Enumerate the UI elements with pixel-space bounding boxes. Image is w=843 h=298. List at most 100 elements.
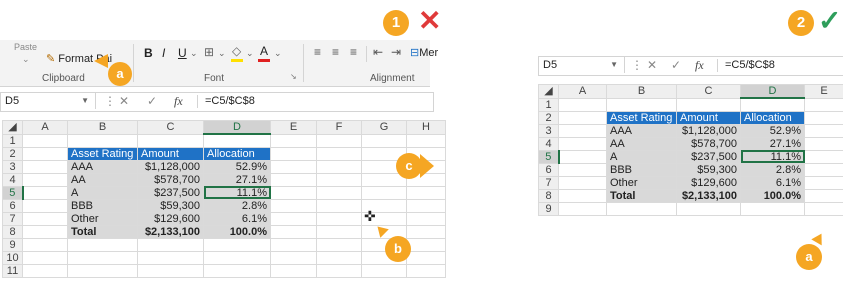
fill-color-icon[interactable]: ◇ <box>232 44 241 58</box>
table-cell[interactable]: $129,600 <box>137 211 204 226</box>
dialog-launcher-icon[interactable]: ↘ <box>290 72 297 81</box>
table-cell[interactable]: 6.1% <box>740 175 805 190</box>
table-cell[interactable]: Total <box>606 188 677 203</box>
table-cell[interactable]: 52.9% <box>203 159 271 174</box>
column-header-b[interactable]: B <box>606 84 677 99</box>
select-all-corner[interactable]: ◢ <box>2 120 23 135</box>
table-cell[interactable]: Other <box>606 175 677 190</box>
underline-button[interactable]: U <box>178 46 187 60</box>
table-cell[interactable]: 2.8% <box>740 162 805 177</box>
bold-button[interactable]: B <box>144 46 153 60</box>
row-header[interactable]: 8 <box>538 188 559 203</box>
table-cell[interactable]: $578,700 <box>676 136 741 151</box>
table-cell[interactable]: BBB <box>606 162 677 177</box>
column-header-a[interactable]: A <box>558 84 607 99</box>
table-cell[interactable]: $237,500 <box>137 185 204 200</box>
header-cell-asset-rating[interactable]: Asset Rating <box>606 110 677 125</box>
table-cell[interactable]: $59,300 <box>137 198 204 213</box>
table-cell[interactable]: AA <box>606 136 677 151</box>
row-header[interactable]: 1 <box>2 133 23 148</box>
table-cell[interactable]: A <box>67 185 138 200</box>
name-box[interactable]: D5 ▼ <box>1 93 96 109</box>
table-cell[interactable]: 2.8% <box>203 198 271 213</box>
row-header[interactable]: 6 <box>2 198 23 213</box>
table-cell[interactable]: 100.0% <box>203 224 271 239</box>
row-header[interactable]: 4 <box>538 136 559 151</box>
table-cell[interactable]: $1,128,000 <box>676 123 741 138</box>
column-header-e[interactable]: E <box>804 84 843 99</box>
header-cell-allocation[interactable]: Allocation <box>740 110 805 125</box>
cancel-icon[interactable]: ✕ <box>647 58 657 72</box>
font-color-icon[interactable]: A <box>260 44 268 58</box>
chevron-down-icon[interactable]: ▼ <box>81 93 89 109</box>
table-cell[interactable]: $2,133,100 <box>137 224 204 239</box>
header-cell-amount[interactable]: Amount <box>676 110 741 125</box>
decrease-indent-icon[interactable]: ⇤ <box>373 45 383 59</box>
fx-icon[interactable]: fx <box>695 58 704 73</box>
select-all-corner[interactable]: ◢ <box>538 84 559 99</box>
column-header-a[interactable]: A <box>22 120 68 135</box>
table-cell[interactable]: A <box>606 149 677 164</box>
row-header[interactable]: 10 <box>2 250 23 265</box>
table-cell[interactable]: 52.9% <box>740 123 805 138</box>
paste-label[interactable]: Paste <box>14 42 37 52</box>
borders-icon[interactable]: ⊞ <box>204 45 214 59</box>
table-cell[interactable]: $2,133,100 <box>676 188 741 203</box>
active-cell[interactable]: 11.1% <box>203 185 271 200</box>
align-right-icon[interactable]: ≡ <box>350 45 357 59</box>
table-cell[interactable]: 100.0% <box>740 188 805 203</box>
table-cell[interactable]: AAA <box>67 159 138 174</box>
table-cell[interactable]: $237,500 <box>676 149 741 164</box>
header-cell-asset-rating[interactable]: Asset Rating <box>67 146 138 161</box>
header-cell-allocation[interactable]: Allocation <box>203 146 271 161</box>
table-cell[interactable]: BBB <box>67 198 138 213</box>
row-header[interactable]: 9 <box>538 201 559 216</box>
fx-icon[interactable]: fx <box>174 94 183 109</box>
chevron-down-icon[interactable]: ⌄ <box>190 46 198 60</box>
align-center-icon[interactable]: ≡ <box>332 45 339 59</box>
column-header-b[interactable]: B <box>67 120 138 135</box>
table-cell[interactable]: 27.1% <box>740 136 805 151</box>
column-header-c[interactable]: C <box>137 120 204 135</box>
row-header[interactable]: 9 <box>2 237 23 252</box>
chevron-down-icon[interactable]: ⌄ <box>218 46 226 60</box>
table-cell[interactable]: 27.1% <box>203 172 271 187</box>
table-cell[interactable]: $59,300 <box>676 162 741 177</box>
column-header-e[interactable]: E <box>270 120 317 135</box>
table-cell[interactable]: Total <box>67 224 138 239</box>
column-header-c[interactable]: C <box>676 84 741 99</box>
row-header[interactable]: 7 <box>2 211 23 226</box>
table-cell[interactable]: $129,600 <box>676 175 741 190</box>
column-header-g[interactable]: G <box>361 120 407 135</box>
column-header-f[interactable]: F <box>316 120 362 135</box>
table-cell[interactable]: $578,700 <box>137 172 204 187</box>
row-header[interactable]: 11 <box>2 263 23 278</box>
align-left-icon[interactable]: ≡ <box>314 45 321 59</box>
chevron-down-icon[interactable]: ▼ <box>610 57 618 73</box>
chevron-down-icon[interactable]: ⌄ <box>22 54 30 65</box>
formula-input[interactable]: =C5/$C$8 <box>725 59 775 71</box>
chevron-down-icon[interactable]: ⌄ <box>246 46 254 60</box>
row-header[interactable]: 5 <box>2 185 24 200</box>
active-cell[interactable]: 11.1% <box>740 149 805 164</box>
name-box[interactable]: D5 ▼ <box>539 57 625 73</box>
row-header[interactable]: 3 <box>2 159 23 174</box>
row-header[interactable]: 7 <box>538 175 559 190</box>
row-header[interactable]: 1 <box>538 97 559 112</box>
cancel-icon[interactable]: ✕ <box>119 94 129 108</box>
row-header[interactable]: 8 <box>2 224 23 239</box>
row-header[interactable]: 4 <box>2 172 23 187</box>
column-header-d[interactable]: D <box>740 84 805 99</box>
formula-input[interactable]: =C5/$C$8 <box>205 95 255 107</box>
merge-button[interactable]: ⊟Mer <box>410 46 438 59</box>
column-header-d[interactable]: D <box>203 120 271 135</box>
column-header-h[interactable]: H <box>406 120 446 135</box>
table-cell[interactable]: AA <box>67 172 138 187</box>
enter-icon[interactable]: ✓ <box>147 94 157 108</box>
row-header[interactable]: 6 <box>538 162 559 177</box>
table-cell[interactable]: 6.1% <box>203 211 271 226</box>
table-cell[interactable]: AAA <box>606 123 677 138</box>
enter-icon[interactable]: ✓ <box>671 58 681 72</box>
row-header[interactable]: 2 <box>538 110 559 125</box>
row-header[interactable]: 3 <box>538 123 559 138</box>
